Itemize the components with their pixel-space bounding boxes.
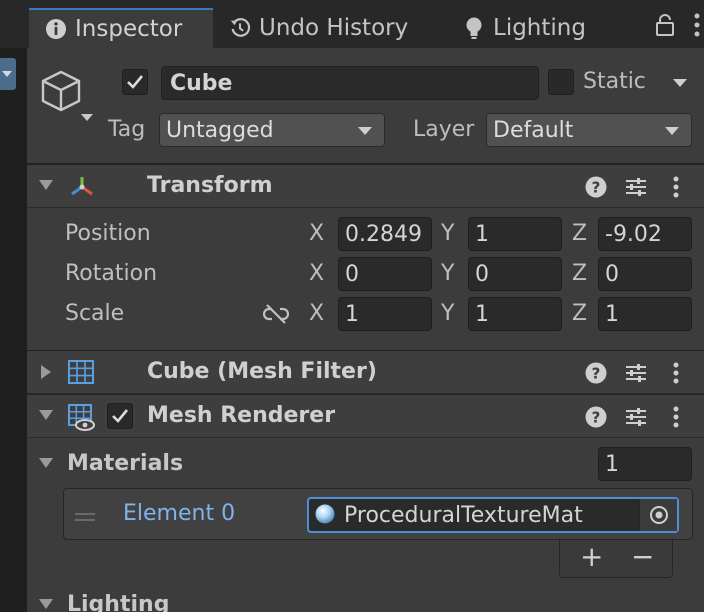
add-element-button[interactable]: + xyxy=(580,540,603,573)
scene-view-edge xyxy=(0,0,27,612)
foldout-arrow-icon[interactable] xyxy=(39,410,53,420)
rotation-y-field[interactable]: 0 xyxy=(468,257,562,291)
layer-value: Default xyxy=(493,117,574,143)
axis-y-label: Y xyxy=(441,261,455,286)
axis-z-label: Z xyxy=(572,221,588,246)
foldout-arrow-icon[interactable] xyxy=(39,180,53,190)
position-z-field[interactable]: -9.02 xyxy=(598,217,692,251)
lightbulb-icon xyxy=(463,17,485,39)
axis-y-label: Y xyxy=(441,301,455,326)
scale-y-field[interactable]: 1 xyxy=(468,297,562,331)
chevron-down-icon xyxy=(358,127,372,135)
position-label: Position xyxy=(65,221,151,246)
tab-undo-history[interactable]: Undo History xyxy=(229,8,439,48)
remove-element-button[interactable]: − xyxy=(631,540,654,573)
mesh-renderer-icon xyxy=(67,403,97,431)
scale-x-field[interactable]: 1 xyxy=(338,297,432,331)
preset-sliders-icon[interactable] xyxy=(624,361,648,385)
svg-text:?: ? xyxy=(592,365,601,383)
element-0-label: Element 0 xyxy=(123,501,236,526)
svg-text:?: ? xyxy=(592,409,601,427)
list-add-remove-bar xyxy=(559,540,673,578)
object-header: Cube Static Tag Untagged Layer Default xyxy=(27,48,704,164)
materials-label: Materials xyxy=(67,451,184,476)
cube-icon[interactable] xyxy=(39,68,95,124)
layer-label: Layer xyxy=(413,117,475,142)
position-x-field[interactable]: 0.2849 xyxy=(338,217,432,251)
axis-x-label: X xyxy=(309,221,325,246)
material-sphere-icon xyxy=(314,503,338,527)
transform-icon xyxy=(67,173,97,201)
scene-dropdown[interactable] xyxy=(0,58,16,90)
foldout-arrow-icon[interactable] xyxy=(41,365,51,379)
tab-bar: Inspector Undo History Lighting xyxy=(27,0,704,48)
axis-z-label: Z xyxy=(572,301,588,326)
tab-label: Inspector xyxy=(75,16,183,42)
lighting-section-label: Lighting xyxy=(67,592,170,612)
chevron-down-icon xyxy=(665,127,679,135)
material-name: ProceduralTextureMat xyxy=(344,502,583,528)
foldout-arrow-icon[interactable] xyxy=(39,458,53,468)
layer-dropdown[interactable]: Default xyxy=(486,113,692,147)
foldout-arrow-icon[interactable] xyxy=(39,599,53,609)
svg-text:?: ? xyxy=(592,179,601,197)
tab-inspector[interactable]: Inspector xyxy=(29,8,213,48)
object-name-field[interactable]: Cube xyxy=(161,66,539,100)
mesh-renderer-header[interactable]: Mesh Renderer ? xyxy=(27,394,704,438)
mesh-grid-icon xyxy=(67,359,97,387)
history-icon xyxy=(229,17,251,39)
mesh-filter-header[interactable]: Cube (Mesh Filter) ? xyxy=(27,350,704,394)
materials-count-field[interactable]: 1 xyxy=(598,447,692,481)
scale-label: Scale xyxy=(65,301,125,326)
rotation-label: Rotation xyxy=(65,261,158,286)
more-vertical-icon[interactable] xyxy=(693,12,701,38)
rotation-z-field[interactable]: 0 xyxy=(598,257,692,291)
tag-value: Untagged xyxy=(166,117,274,143)
tab-label: Lighting xyxy=(493,15,586,41)
object-picker-icon[interactable] xyxy=(639,499,677,531)
preset-sliders-icon[interactable] xyxy=(624,405,648,429)
tag-dropdown[interactable]: Untagged xyxy=(159,113,385,147)
unlinked-scale-icon[interactable] xyxy=(262,303,290,325)
help-icon[interactable]: ? xyxy=(584,175,608,199)
axis-x-label: X xyxy=(309,301,325,326)
inspector-panel: Inspector Undo History Lighting Cube Sta… xyxy=(27,0,704,612)
more-vertical-icon[interactable] xyxy=(664,175,688,199)
position-y-field[interactable]: 1 xyxy=(468,217,562,251)
scene-tab-edge xyxy=(0,0,27,48)
active-checkbox[interactable] xyxy=(122,69,148,95)
tab-label: Undo History xyxy=(259,15,409,41)
material-object-field[interactable]: ProceduralTextureMat xyxy=(307,497,679,533)
mesh-renderer-enabled-checkbox[interactable] xyxy=(107,403,133,429)
info-icon xyxy=(45,18,67,40)
drag-handle-icon[interactable] xyxy=(75,508,95,521)
tag-label: Tag xyxy=(108,117,146,142)
component-title: Transform xyxy=(147,173,273,198)
scale-z-field[interactable]: 1 xyxy=(598,297,692,331)
axis-x-label: X xyxy=(309,261,325,286)
static-label: Static xyxy=(583,69,646,94)
axis-z-label: Z xyxy=(572,261,588,286)
more-vertical-icon[interactable] xyxy=(664,405,688,429)
static-dropdown-caret[interactable] xyxy=(673,79,687,87)
component-title: Mesh Renderer xyxy=(147,403,336,428)
lock-icon[interactable] xyxy=(655,14,675,36)
static-checkbox[interactable] xyxy=(548,69,574,95)
axis-y-label: Y xyxy=(441,221,455,246)
component-title: Cube (Mesh Filter) xyxy=(147,359,377,384)
transform-header[interactable]: Transform ? xyxy=(27,164,704,208)
more-vertical-icon[interactable] xyxy=(664,361,688,385)
help-icon[interactable]: ? xyxy=(584,361,608,385)
preset-sliders-icon[interactable] xyxy=(624,175,648,199)
tab-lighting[interactable]: Lighting xyxy=(463,8,623,48)
rotation-x-field[interactable]: 0 xyxy=(338,257,432,291)
help-icon[interactable]: ? xyxy=(584,405,608,429)
